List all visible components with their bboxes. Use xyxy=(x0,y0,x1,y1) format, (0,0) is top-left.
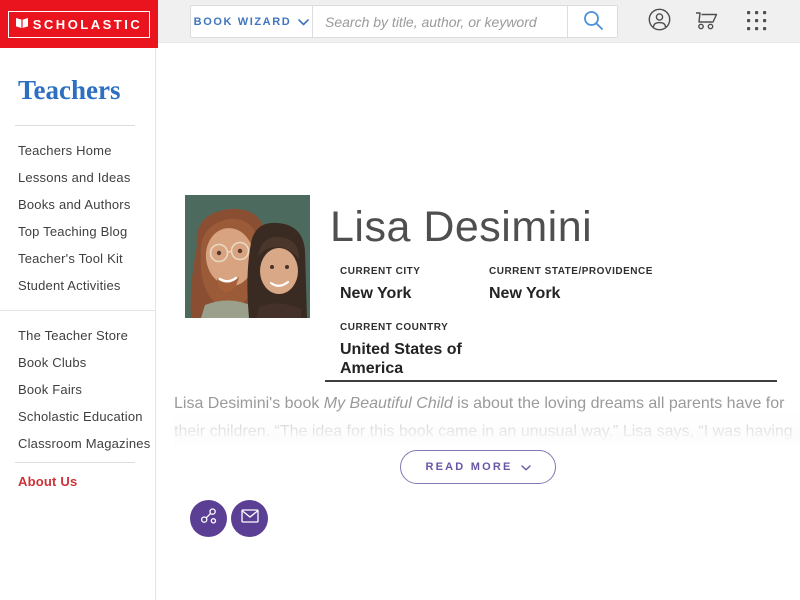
sidebar-item-book-clubs[interactable]: Book Clubs xyxy=(18,349,150,376)
sidebar: Teachers Teachers Home Lessons and Ideas… xyxy=(0,48,156,600)
sidebar-item-teachers-tool-kit[interactable]: Teacher's Tool Kit xyxy=(18,245,131,272)
sidebar-divider xyxy=(15,125,135,126)
read-more-button[interactable]: READ MORE xyxy=(400,450,556,484)
scholastic-logo[interactable]: SCHOLASTIC xyxy=(0,0,158,48)
author-bio: Lisa Desimini's book My Beautiful Child … xyxy=(174,390,800,450)
grid-dots-icon xyxy=(745,9,768,37)
sidebar-item-books-and-authors[interactable]: Books and Authors xyxy=(18,191,131,218)
sidebar-item-student-activities[interactable]: Student Activities xyxy=(18,272,131,299)
field-current-country: CURRENT COUNTRY United States of America xyxy=(340,322,480,378)
bio-line-1: Lisa Desimini's book My Beautiful Child … xyxy=(174,390,800,418)
sidebar-item-teachers-home[interactable]: Teachers Home xyxy=(18,137,131,164)
cart-button[interactable] xyxy=(694,10,718,34)
search-bar: BOOK WIZARD xyxy=(190,5,618,38)
page: BOOK WIZARD Search by title, author, or … xyxy=(0,0,800,600)
field-label: CURRENT COUNTRY xyxy=(340,322,449,333)
shopping-cart-icon xyxy=(693,8,719,37)
apps-menu-button[interactable] xyxy=(744,11,768,35)
author-name: Lisa Desimini xyxy=(330,203,593,251)
author-photo xyxy=(185,195,310,318)
bio-text: Lisa Desimini's book xyxy=(174,395,324,412)
search-input[interactable] xyxy=(313,6,567,37)
sidebar-item-the-teacher-store[interactable]: The Teacher Store xyxy=(18,322,150,349)
sidebar-item-scholastic-education[interactable]: Scholastic Education xyxy=(18,403,150,430)
bio-book-title: My Beautiful Child xyxy=(323,395,453,412)
field-value: United States of America xyxy=(340,341,462,377)
email-button[interactable] xyxy=(231,500,268,537)
book-wizard-label: BOOK WIZARD xyxy=(193,15,292,28)
book-wizard-dropdown[interactable]: BOOK WIZARD xyxy=(191,6,313,37)
logo-wordmark: SCHOLASTIC xyxy=(32,17,143,32)
open-book-icon xyxy=(15,16,29,34)
sidebar-item-about-us[interactable]: About Us xyxy=(18,474,77,489)
share-button[interactable] xyxy=(190,500,227,537)
bio-line-2: their children. “The idea for this book … xyxy=(174,423,793,440)
scholastic-logo-box: SCHOLASTIC xyxy=(7,10,151,38)
search-button[interactable] xyxy=(567,6,617,37)
email-envelope-icon xyxy=(240,509,259,528)
sidebar-item-top-teaching-blog[interactable]: Top Teaching Blog xyxy=(18,218,131,245)
field-current-city: CURRENT CITY New York xyxy=(340,266,490,303)
user-circle-icon xyxy=(648,8,671,36)
sidebar-divider xyxy=(15,462,135,463)
sidebar-item-lessons-and-ideas[interactable]: Lessons and Ideas xyxy=(18,164,131,191)
field-value: New York xyxy=(340,285,412,302)
magnifier-icon xyxy=(582,9,604,34)
chevron-down-icon xyxy=(520,458,531,476)
sidebar-nav-secondary: The Teacher Store Book Clubs Book Fairs … xyxy=(18,322,150,457)
sidebar-nav-primary: Teachers Home Lessons and Ideas Books an… xyxy=(18,137,131,299)
field-label: CURRENT CITY xyxy=(340,266,421,277)
share-nodes-icon xyxy=(200,507,218,530)
field-value: New York xyxy=(489,285,561,302)
sidebar-divider xyxy=(0,310,155,311)
profile-divider xyxy=(325,380,777,382)
sidebar-title-teachers[interactable]: Teachers xyxy=(18,75,121,106)
account-button[interactable] xyxy=(647,8,671,36)
field-current-state: CURRENT STATE/PROVIDENCE New York xyxy=(489,266,679,303)
sidebar-item-classroom-magazines[interactable]: Classroom Magazines xyxy=(18,430,150,457)
field-label: CURRENT STATE/PROVIDENCE xyxy=(489,266,653,277)
chevron-down-icon xyxy=(298,13,310,31)
read-more-label: READ MORE xyxy=(425,461,513,473)
sidebar-item-book-fairs[interactable]: Book Fairs xyxy=(18,376,150,403)
bio-text: is about the loving dreams all parents h… xyxy=(452,395,785,412)
